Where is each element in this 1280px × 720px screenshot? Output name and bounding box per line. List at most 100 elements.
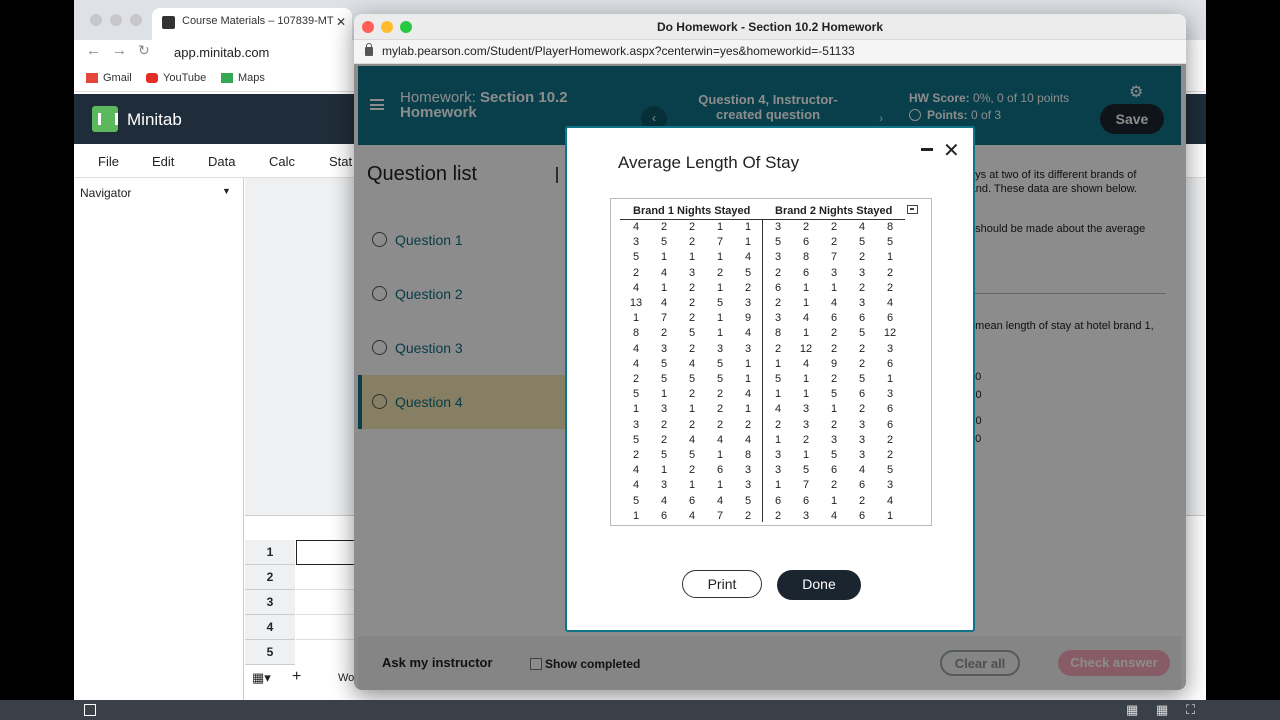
table-cell: 6: [858, 509, 866, 522]
popup-minimize-light[interactable]: [381, 21, 393, 33]
table-cell: 1: [744, 221, 752, 233]
popup-close-light[interactable]: [362, 21, 374, 33]
maps-icon: [221, 73, 233, 83]
table-cell: 3: [802, 403, 810, 416]
grid-menu-icon[interactable]: ▦▾: [252, 670, 271, 686]
row-header[interactable]: 4: [245, 615, 295, 640]
table-cell: 3: [744, 297, 752, 309]
table-cell: 3: [858, 266, 866, 279]
row-header[interactable]: 3: [245, 590, 295, 615]
window-switcher-icon[interactable]: [84, 704, 96, 716]
menu-data[interactable]: Data: [208, 154, 235, 169]
table-cell: 1: [716, 251, 724, 264]
grid-cell[interactable]: [296, 565, 356, 590]
table-cell: 5: [774, 373, 782, 385]
window-minimize-dot[interactable]: [110, 14, 122, 26]
minitab-logo-icon: [92, 106, 118, 132]
table-cell: 2: [632, 373, 640, 385]
popup-zoom-light[interactable]: [400, 21, 412, 33]
caret-down-icon[interactable]: ▼: [222, 186, 231, 196]
grid-cell[interactable]: [296, 590, 356, 615]
table-row: 4 1 2 1 2 6 1 1 2 2: [619, 282, 909, 297]
grid-view-icon[interactable]: ▦: [1126, 702, 1138, 718]
navigator-label[interactable]: Navigator: [80, 186, 131, 200]
browser-tab-course-materials[interactable]: Course Materials – 107839-MT ✕: [152, 8, 352, 40]
menu-calc[interactable]: Calc: [269, 154, 295, 169]
table-cell: 2: [716, 403, 724, 416]
table-cell: 4: [886, 297, 894, 309]
table-cell: 2: [688, 221, 696, 233]
table-cell: 5: [744, 494, 752, 507]
menu-stat[interactable]: Stat: [329, 154, 352, 169]
table-cell: 5: [858, 327, 866, 340]
table-cell: 5: [716, 297, 724, 309]
fullscreen-icon[interactable]: ⛶: [1186, 702, 1195, 718]
table-cell: 1: [632, 509, 640, 522]
table-cell: 2: [774, 342, 782, 355]
menu-edit[interactable]: Edit: [152, 154, 174, 169]
table-cell: 6: [716, 464, 724, 477]
reload-icon[interactable]: ↻: [138, 42, 150, 59]
table-cell: 6: [802, 236, 810, 249]
table-cell: 6: [858, 479, 866, 492]
table-cell: 2: [744, 418, 752, 431]
bookmark-maps[interactable]: Maps: [221, 72, 265, 84]
table-cell: 1: [886, 509, 894, 522]
table-cell: 3: [744, 464, 752, 477]
forward-arrow-icon[interactable]: →: [112, 42, 127, 59]
table-cell: 2: [830, 236, 838, 249]
table-cell: 2: [632, 266, 640, 279]
menu-file[interactable]: File: [98, 154, 119, 169]
back-arrow-icon[interactable]: ←: [86, 42, 101, 59]
table-cell: 3: [830, 433, 838, 446]
bookmark-youtube[interactable]: YouTube: [146, 72, 206, 84]
table-cell: 6: [886, 357, 894, 370]
row-header[interactable]: 2: [245, 565, 295, 590]
table-cell: 1: [830, 494, 838, 507]
table-cell: 6: [774, 281, 782, 294]
table-view-icon[interactable]: ▦: [1156, 702, 1168, 718]
table-cell: 5: [830, 388, 838, 401]
row-header[interactable]: 5: [245, 640, 295, 665]
dialog-title: Average Length Of Stay: [618, 153, 800, 172]
table-cell: 4: [886, 494, 894, 507]
window-zoom-dot[interactable]: [130, 14, 142, 26]
table-cell: 3: [660, 403, 668, 416]
close-icon[interactable]: ✕: [943, 138, 960, 163]
table-cell: 2: [830, 342, 838, 355]
background-url-text[interactable]: app.minitab.com: [174, 42, 354, 64]
table-cell: 2: [632, 449, 640, 461]
table-cell: 3: [744, 479, 752, 492]
table-cell: 2: [802, 221, 810, 233]
print-button[interactable]: Print: [682, 570, 762, 598]
table-cell: 1: [716, 479, 724, 492]
grid-cell[interactable]: [296, 615, 356, 640]
row-header[interactable]: 1: [245, 540, 295, 565]
table-cell: 1: [632, 403, 640, 416]
table-cell: 2: [830, 373, 838, 385]
bookmark-gmail[interactable]: Gmail: [86, 72, 132, 84]
add-sheet-icon[interactable]: +: [292, 668, 301, 686]
table-cell: 4: [688, 433, 696, 446]
done-button[interactable]: Done: [777, 570, 861, 600]
tab-close-icon[interactable]: ✕: [336, 15, 346, 29]
minitab-app-name: Minitab: [127, 110, 182, 129]
table-row: 4 1 2 6 3 3 5 6 4 5: [619, 464, 909, 479]
active-cell[interactable]: [296, 540, 356, 565]
minimize-icon[interactable]: [921, 148, 933, 151]
table-cell: 5: [744, 266, 752, 279]
table-cell: 6: [802, 266, 810, 279]
table-cell: 4: [688, 509, 696, 522]
table-cell: 5: [716, 373, 724, 385]
table-cell: 1: [688, 251, 696, 264]
table-cell: 5: [660, 373, 668, 385]
table-cell: 1: [802, 388, 810, 401]
table-cell: 8: [886, 221, 894, 233]
window-close-dot[interactable]: [90, 14, 102, 26]
popup-url-bar: mylab.pearson.com/Student/PlayerHomework…: [354, 40, 1186, 64]
copy-table-icon[interactable]: [907, 205, 918, 214]
table-row: 5 1 2 2 4 1 1 5 6 3: [619, 388, 909, 403]
table-cell: 2: [830, 327, 838, 340]
lock-icon: [365, 43, 373, 56]
table-cell: 4: [632, 464, 640, 477]
